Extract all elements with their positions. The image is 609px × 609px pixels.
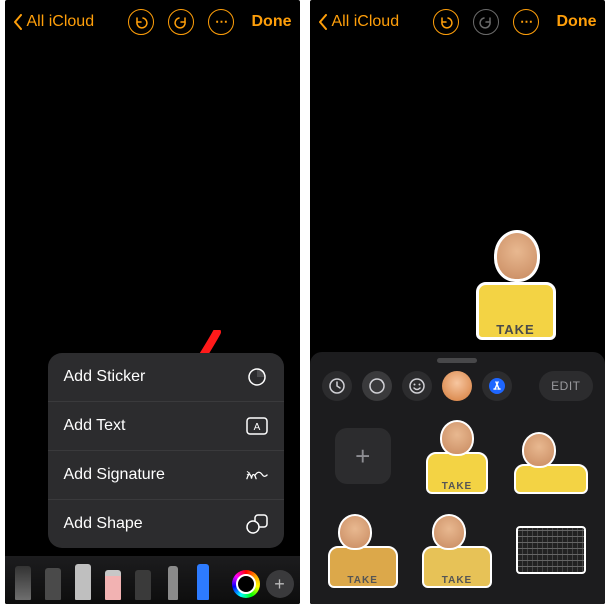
top-navigation-bar: All iCloud ⋯ Done: [5, 0, 300, 44]
sticker-cell[interactable]: TAKE: [320, 507, 406, 593]
shapes-icon: [246, 513, 268, 535]
sticker-cell[interactable]: [508, 413, 594, 499]
lasso-tool[interactable]: [131, 560, 155, 600]
menu-item-label: Add Shape: [64, 515, 143, 533]
menu-item-add-signature[interactable]: Add Signature: [48, 451, 284, 500]
add-button[interactable]: +: [266, 570, 294, 598]
sticker-grid: + TAKE TAKE TAKE: [310, 409, 605, 601]
sticker-icon: [368, 377, 386, 395]
drawer-grabber[interactable]: [437, 358, 477, 363]
appstore-tab[interactable]: [482, 371, 512, 401]
top-navigation-bar: All iCloud ⋯ Done: [310, 0, 605, 44]
menu-item-add-sticker[interactable]: Add Sticker: [48, 353, 284, 402]
sticker-cell[interactable]: TAKE: [414, 507, 500, 593]
done-button[interactable]: Done: [252, 13, 292, 31]
memoji-tab[interactable]: [442, 371, 472, 401]
pencil-tool[interactable]: [71, 560, 95, 600]
done-button[interactable]: Done: [557, 13, 597, 31]
clock-icon: [328, 377, 346, 395]
sticker-cell[interactable]: [508, 507, 594, 593]
more-button[interactable]: ⋯: [513, 9, 539, 35]
back-label: All iCloud: [332, 13, 400, 31]
edit-label: EDIT: [551, 379, 580, 393]
undo-icon: [134, 15, 148, 29]
signature-icon: [246, 464, 268, 486]
redo-button-disabled: [473, 9, 499, 35]
undo-button[interactable]: [433, 9, 459, 35]
back-label: All iCloud: [27, 13, 95, 31]
menu-item-add-text[interactable]: Add Text A: [48, 402, 284, 451]
highlighter-tool[interactable]: [191, 560, 215, 600]
chevron-left-icon: [13, 14, 23, 30]
placed-sticker[interactable]: TAKE: [468, 224, 564, 340]
back-button[interactable]: All iCloud: [13, 13, 95, 31]
back-button[interactable]: All iCloud: [318, 13, 400, 31]
sticker-thumb-keyboard: [516, 526, 586, 574]
sticker-category-bar: EDIT: [310, 367, 605, 409]
sticker-icon: [246, 366, 268, 388]
undo-icon: [439, 15, 453, 29]
sticker-thumb: TAKE: [420, 510, 494, 590]
left-screenshot: All iCloud ⋯ Done Add Sticker Add Text: [5, 0, 300, 604]
textbox-icon: A: [246, 415, 268, 437]
eraser-tool[interactable]: [101, 560, 125, 600]
markup-tool-tray: +: [5, 556, 300, 604]
edit-button[interactable]: EDIT: [539, 371, 592, 401]
redo-button[interactable]: [168, 9, 194, 35]
menu-item-add-shape[interactable]: Add Shape: [48, 500, 284, 548]
redo-icon: [174, 15, 188, 29]
sticker-thumb: TAKE: [420, 416, 494, 496]
ellipsis-icon: ⋯: [215, 14, 226, 30]
plus-icon: +: [335, 428, 391, 484]
emoji-tab[interactable]: [402, 371, 432, 401]
sticker-face: [494, 230, 540, 282]
sticker-thumb: TAKE: [326, 510, 400, 590]
sticker-picker-drawer: EDIT + TAKE TAKE TAKE: [310, 352, 605, 604]
add-context-menu: Add Sticker Add Text A Add Signature Add…: [48, 353, 284, 548]
ellipsis-icon: ⋯: [520, 14, 531, 30]
sticker-shirt-text: TAKE: [476, 282, 556, 340]
marker-tool[interactable]: [41, 560, 65, 600]
appstore-icon: [488, 377, 506, 395]
more-button[interactable]: ⋯: [208, 9, 234, 35]
menu-item-label: Add Signature: [64, 466, 165, 484]
ruler-tool[interactable]: [161, 560, 185, 600]
stickers-tab[interactable]: [362, 371, 392, 401]
color-picker-button[interactable]: [232, 570, 260, 598]
svg-text:A: A: [253, 422, 260, 433]
recents-tab[interactable]: [322, 371, 352, 401]
chevron-left-icon: [318, 14, 328, 30]
smiley-icon: [408, 377, 426, 395]
menu-item-label: Add Sticker: [64, 368, 146, 386]
add-sticker-cell[interactable]: +: [320, 413, 406, 499]
menu-item-label: Add Text: [64, 417, 126, 435]
pen-tool[interactable]: [11, 560, 35, 600]
sticker-cell[interactable]: TAKE: [414, 413, 500, 499]
sticker-thumb: [514, 416, 588, 496]
right-screenshot: All iCloud ⋯ Done TAKE: [310, 0, 605, 604]
undo-button[interactable]: [128, 9, 154, 35]
redo-icon: [479, 15, 493, 29]
